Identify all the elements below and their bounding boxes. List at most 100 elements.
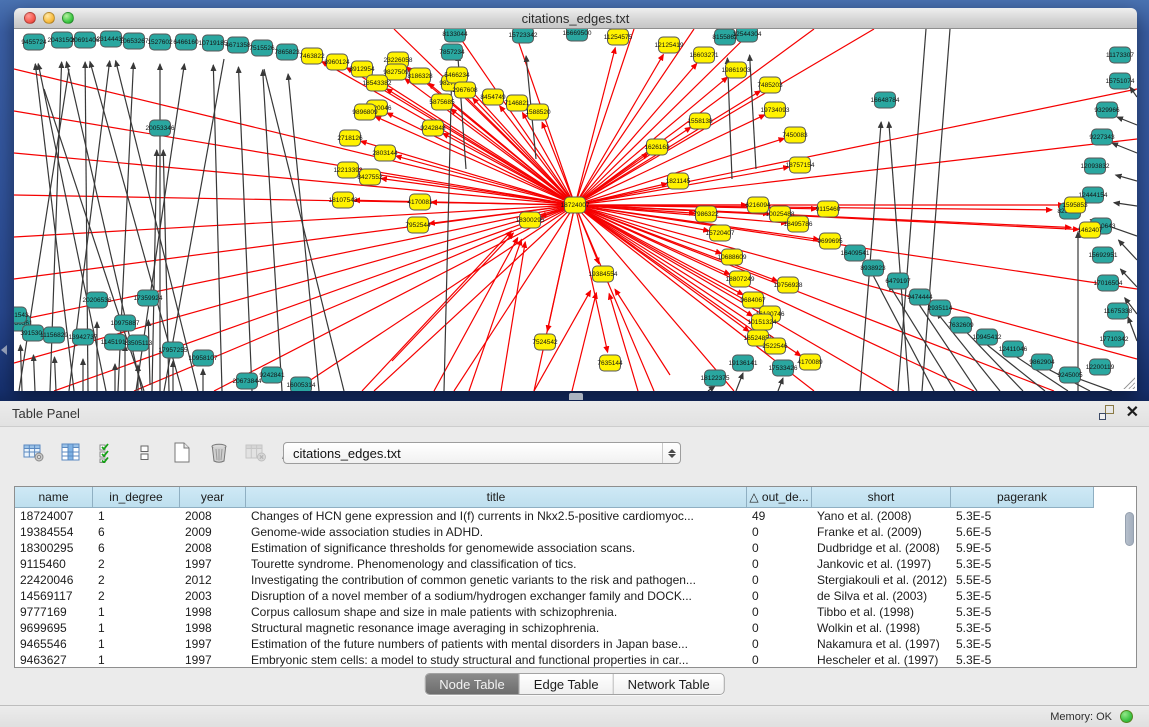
close-panel-icon[interactable]: ✕ [1126,405,1139,420]
delete-trash-icon[interactable] [207,441,231,465]
network-graph[interactable]: 9455724204315062069140623144439106532671… [14,29,1137,391]
graph-node[interactable]: 16409541 [841,245,870,261]
graph-node[interactable]: 17710342 [1100,331,1129,347]
graph-node[interactable]: 19756928 [774,277,803,293]
table-row[interactable]: 946362711997Embryonic stem cells: a mode… [15,652,1136,668]
graph-node[interactable]: 18107543 [329,192,358,208]
graph-node[interactable]: 7865823 [274,44,300,60]
graph-node[interactable]: 9455724 [21,34,47,50]
graph-node[interactable]: 8454749 [480,89,506,105]
graph-node[interactable]: 12544304 [733,29,762,42]
graph-node[interactable]: 11675338 [1104,303,1133,319]
graph-node[interactable]: 15692951 [1089,247,1118,263]
graph-node[interactable]: 7952544 [405,217,431,233]
graph-node[interactable]: 15723342 [509,29,538,43]
graph-node[interactable]: 20206536 [83,292,112,308]
graph-node[interactable]: 18122375 [701,370,730,386]
graph-node[interactable]: 9115460 [816,201,841,217]
show-columns-icon[interactable] [59,441,83,465]
column-header-pagerank[interactable]: pagerank [951,487,1094,508]
table-row[interactable]: 977716911998Corpus callosum shape and si… [15,604,1136,620]
graph-node[interactable]: 12200119 [1086,359,1115,375]
graph-node[interactable]: 2803144 [372,145,398,161]
table-scrollbar-thumb[interactable] [1125,512,1134,546]
graph-node[interactable]: 9329966 [1094,102,1120,118]
column-header-in_degree[interactable]: in_degree [93,487,180,508]
graph-node[interactable]: 7635144 [597,355,623,371]
graph-node[interactable]: 19384554 [589,266,618,282]
graph-node[interactable]: 12093832 [1081,158,1110,174]
graph-node[interactable]: 9245005 [1057,367,1083,383]
new-table-icon[interactable] [170,441,194,465]
table-selector-dropdown[interactable]: citations_edges.txt [283,442,681,464]
tab-edge-table[interactable]: Edge Table [520,674,614,694]
tab-network-table[interactable]: Network Table [614,674,724,694]
graph-node[interactable]: 18724007 [561,197,590,213]
graph-node[interactable]: 9227343 [1089,129,1115,145]
graph-node[interactable]: 7857234 [439,44,465,60]
table-row[interactable]: 1456911722003Disruption of a novel membe… [15,588,1136,604]
graph-node[interactable]: 8186328 [407,68,433,84]
graph-node[interactable]: 10719185 [199,35,228,51]
graph-node[interactable]: 4170081 [407,194,433,210]
graph-node[interactable]: 1595853 [1062,197,1088,213]
graph-node[interactable]: 18807249 [726,271,755,287]
graph-node[interactable]: 19734093 [761,102,790,118]
table-settings-icon[interactable] [22,441,46,465]
graph-node[interactable]: 11173307 [1106,47,1134,63]
graph-node[interactable]: 20673844 [233,373,262,389]
graph-node[interactable]: 5466234 [444,67,470,83]
graph-node[interactable]: 7463822 [299,48,325,64]
graph-node[interactable]: 16648784 [871,92,900,108]
graph-node[interactable]: 8133044 [442,29,468,42]
graph-node[interactable]: 15751074 [1106,73,1135,89]
graph-node[interactable]: 1462407 [1077,222,1103,238]
graph-node[interactable]: 7450083 [782,127,808,143]
graph-node[interactable]: 10945412 [973,329,1002,345]
table-row[interactable]: 2242004622012Investigating the contribut… [15,572,1136,588]
graph-node[interactable]: 7632609 [948,317,974,333]
graph-node[interactable]: 16603271 [690,47,719,63]
table-row[interactable]: 1872400712008Changes of HCN gene express… [15,508,1136,524]
graph-node[interactable]: 18543382 [363,75,392,91]
column-header-title[interactable]: title [246,487,747,508]
graph-node[interactable]: 19861903 [722,62,751,78]
graph-node[interactable]: 18300295 [516,212,545,228]
memory-status-icon[interactable] [1120,710,1133,723]
panel-resize-handle[interactable] [1,345,7,355]
table-row[interactable]: 911546021997Tourette syndrome. Phenomeno… [15,556,1136,572]
column-header-year[interactable]: year [180,487,246,508]
graph-node[interactable]: 2522546 [762,338,788,354]
graph-node[interactable]: 17957255 [159,342,188,358]
graph-node[interactable]: 6216094 [745,197,771,213]
graph-node[interactable]: 16669500 [563,29,592,41]
graph-node[interactable]: 17533426 [769,360,798,376]
column-header-short[interactable]: short [812,487,951,508]
graph-node[interactable]: 6479197 [885,273,911,289]
select-columns-icon[interactable] [96,441,120,465]
graph-node[interactable]: 20691406 [71,32,100,48]
graph-node[interactable]: 8938923 [860,260,886,276]
graph-node[interactable]: 9896809 [352,104,378,120]
graph-node[interactable]: 10653267 [120,33,149,49]
tab-node-table[interactable]: Node Table [425,674,520,694]
graph-node[interactable]: 10958107 [189,350,218,366]
graph-node[interactable]: 12125419 [655,37,684,53]
graph-node[interactable]: 1558138 [687,113,713,129]
graph-node[interactable]: 2718126 [337,130,363,146]
graph-node[interactable]: 11156829 [40,327,68,343]
network-canvas[interactable]: 9455724204315062069140623144439106532671… [14,29,1137,391]
rows-icon[interactable] [133,441,157,465]
graph-node[interactable]: 1821145 [666,173,691,189]
graph-node[interactable]: 8960124 [324,54,350,70]
column-header-out_de[interactable]: △ out_de... [747,487,812,508]
table-row[interactable]: 1938455462009Genome-wide association stu… [15,524,1136,540]
graph-node[interactable]: 2935114 [928,300,953,316]
graph-node[interactable]: 11254575 [604,29,633,45]
graph-node[interactable]: 1626163 [644,139,670,155]
graph-node[interactable]: 19136141 [729,355,758,371]
graph-node[interactable]: 2967608 [452,82,478,98]
table-row[interactable]: 1830029562008Estimation of significance … [15,540,1136,556]
graph-node[interactable]: 5875685 [429,94,455,110]
graph-node[interactable]: 7485203 [757,77,783,93]
